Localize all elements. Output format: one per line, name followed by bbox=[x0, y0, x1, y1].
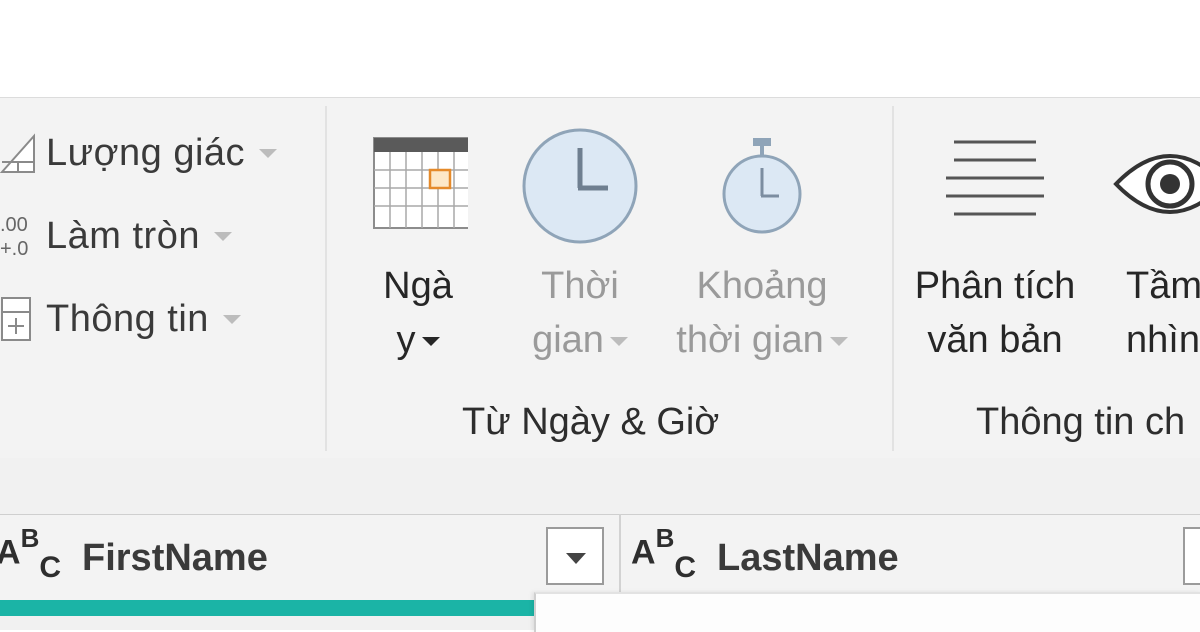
chevron-down-icon bbox=[421, 337, 440, 347]
trigonometry-icon bbox=[0, 128, 46, 178]
duration-label-line2: thời gian bbox=[676, 319, 824, 361]
duration-button[interactable]: Khoảng thời gian bbox=[662, 134, 862, 367]
text-analytics-label-line2: văn bản bbox=[927, 319, 1063, 361]
ai-insights-group-label: Thông tin ch bbox=[976, 401, 1186, 443]
filter-dropdown-panel bbox=[534, 592, 1200, 632]
date-button[interactable]: Ngà y bbox=[362, 136, 474, 367]
trigonometry-button[interactable]: Lượng giác bbox=[0, 128, 278, 178]
column-filter-button[interactable] bbox=[1183, 527, 1200, 585]
column-quality-bar bbox=[0, 600, 534, 616]
rounding-icon: .00 +.0 bbox=[0, 211, 46, 261]
text-type-icon[interactable]: ABC bbox=[0, 523, 61, 584]
date-label-line1: Ngà bbox=[383, 265, 453, 307]
text-type-icon[interactable]: ABC bbox=[631, 523, 696, 584]
column-name: FirstName bbox=[82, 537, 268, 579]
svg-text:.00: .00 bbox=[0, 214, 28, 236]
vision-label-line1: Tầm bbox=[1126, 265, 1200, 307]
chevron-down-icon bbox=[829, 337, 848, 347]
group-separator bbox=[325, 106, 327, 451]
chevron-down-icon bbox=[213, 231, 232, 241]
duration-label-line1: Khoảng bbox=[696, 265, 828, 307]
chevron-down-icon bbox=[259, 148, 278, 158]
column-header-firstname[interactable]: ABC FirstName bbox=[0, 514, 619, 602]
clock-icon bbox=[505, 126, 655, 244]
chevron-down-icon bbox=[566, 553, 586, 564]
rounding-label: Làm tròn bbox=[46, 214, 200, 257]
datetime-group-label: Từ Ngày & Giờ bbox=[462, 401, 720, 443]
text-analytics-label-line1: Phân tích bbox=[914, 265, 1076, 307]
rounding-button[interactable]: .00 +.0 Làm tròn bbox=[0, 211, 232, 261]
eye-icon bbox=[1110, 134, 1200, 241]
vision-label-line2: nhìn bbox=[1126, 319, 1200, 361]
date-label-line2: y bbox=[396, 319, 416, 361]
svg-text:+.0: +.0 bbox=[0, 238, 28, 260]
trigonometry-label: Lượng giác bbox=[46, 131, 246, 174]
ribbon: Lượng giác .00 +.0 Làm tròn Thông tin Ng… bbox=[0, 97, 1200, 459]
text-lines-icon bbox=[905, 134, 1085, 241]
column-name: LastName bbox=[717, 537, 899, 579]
information-label: Thông tin bbox=[46, 297, 209, 340]
stopwatch-icon bbox=[662, 134, 862, 241]
information-icon bbox=[0, 294, 46, 344]
time-button[interactable]: Thời gian bbox=[505, 126, 655, 367]
chevron-down-icon bbox=[609, 337, 628, 347]
column-header-lastname[interactable]: ABC LastName bbox=[621, 514, 1200, 602]
group-separator bbox=[892, 106, 894, 451]
chevron-down-icon bbox=[222, 314, 241, 324]
information-button[interactable]: Thông tin bbox=[0, 294, 241, 344]
time-label-line2: gian bbox=[532, 319, 604, 361]
vision-button[interactable]: Tầm nhìn bbox=[1110, 134, 1200, 367]
column-filter-button[interactable] bbox=[546, 527, 604, 585]
time-label-line1: Thời bbox=[541, 265, 619, 307]
window-top-area bbox=[0, 0, 1200, 97]
calendar-icon bbox=[362, 136, 474, 231]
text-analytics-button[interactable]: Phân tích văn bản bbox=[905, 134, 1085, 367]
